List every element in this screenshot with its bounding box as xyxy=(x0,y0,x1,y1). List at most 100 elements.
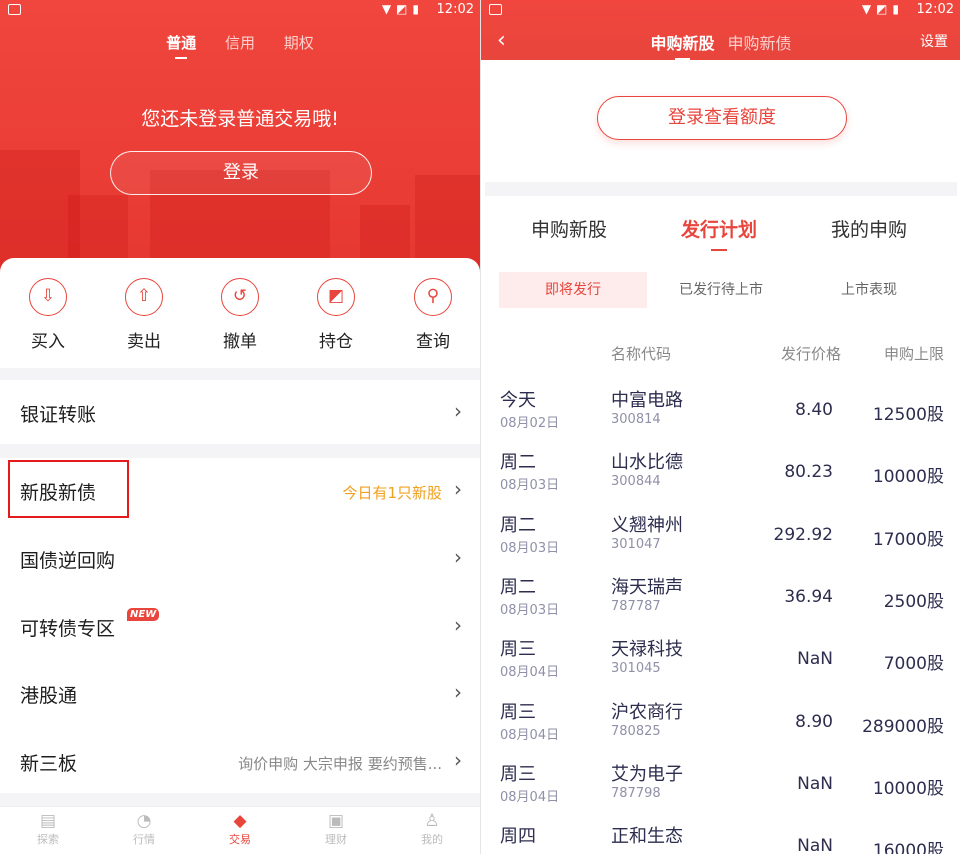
user-icon: ♙ xyxy=(424,811,440,831)
stock-name: 正和生态 xyxy=(611,826,683,848)
nav-market[interactable]: ◔ 行情 xyxy=(114,811,174,847)
divider xyxy=(485,182,957,196)
subtab-listing-performance[interactable]: 上市表现 xyxy=(795,272,943,308)
issue-filter-tabs: 即将发行 已发行待上市 上市表现 xyxy=(499,272,943,308)
issue-price: NaN xyxy=(797,773,833,794)
issue-day: 周四 xyxy=(500,826,536,848)
buy-icon: ⇩ xyxy=(29,278,67,316)
table-row[interactable]: 周三 08月04日 天禄科技 301045 NaN 7000股 xyxy=(481,635,960,697)
signal-battery-icons: ▼◩▮ xyxy=(381,2,424,16)
sell-action[interactable]: ⇧ 卖出 xyxy=(114,278,174,352)
tab-new-stocks[interactable]: 申购新股 xyxy=(650,30,714,60)
menu-bank-transfer[interactable]: 银证转账 › xyxy=(0,380,480,444)
subscription-limit: 17000股 xyxy=(872,529,944,550)
nav-wealth[interactable]: ▣ 理财 xyxy=(306,811,366,847)
divider xyxy=(0,368,480,380)
position-icon: ◩ xyxy=(317,278,355,316)
new-stock-screen: ▼◩▮ 12:02 ‹ 申购新股 申购新债 设置 登录查看额度 申购新股 发行计… xyxy=(480,0,960,854)
search-icon: ⚲ xyxy=(414,278,452,316)
stock-code: 301045 xyxy=(611,661,661,677)
issue-price: 36.94 xyxy=(784,586,833,607)
table-row[interactable]: 周二 08月03日 海天瑞声 787787 36.94 2500股 xyxy=(481,573,960,635)
query-action[interactable]: ⚲ 查询 xyxy=(403,278,463,352)
divider xyxy=(0,793,480,807)
issue-day: 周三 xyxy=(500,763,536,785)
issue-date: 08月03日 xyxy=(500,602,560,618)
new-badge: NEW xyxy=(127,608,160,621)
stock-name: 沪农商行 xyxy=(611,701,683,723)
chevron-right-icon: › xyxy=(454,477,462,501)
position-action[interactable]: ◩ 持仓 xyxy=(306,278,366,352)
cancel-order-action[interactable]: ↺ 撤单 xyxy=(210,278,270,352)
table-header: 名称代码 发行价格 申购上限 xyxy=(481,343,960,363)
issue-price: NaN xyxy=(797,649,833,670)
nav-explore[interactable]: ▤ 探索 xyxy=(18,811,78,847)
subtab-issued-unlisted[interactable]: 已发行待上市 xyxy=(647,272,795,308)
table-row[interactable]: 今天 08月02日 中富电路 300814 8.40 12500股 xyxy=(481,386,960,448)
chevron-right-icon: › xyxy=(454,613,462,637)
login-prompt: 您还未登录普通交易哦! xyxy=(141,108,339,130)
bottom-nav: ▤ 探索 ◔ 行情 ◆ 交易 ▣ 理财 ♙ 我的 xyxy=(0,806,480,854)
market-icon: ◔ xyxy=(136,811,152,831)
issue-date: 08月02日 xyxy=(500,416,560,431)
issue-date: 08月04日 xyxy=(500,727,560,743)
issue-price: NaN xyxy=(797,836,833,854)
login-button[interactable]: 登录 xyxy=(110,151,372,195)
subscription-limit: 10000股 xyxy=(872,467,944,488)
subscription-limit: 289000股 xyxy=(862,716,944,737)
issue-price: 8.40 xyxy=(795,400,833,420)
issue-price: 8.90 xyxy=(795,711,833,732)
tab-subscribe[interactable]: 申购新股 xyxy=(531,215,607,242)
stock-name: 义翘神州 xyxy=(611,514,683,536)
subscription-limit: 16000股 xyxy=(872,841,944,854)
col-limit: 申购上限 xyxy=(883,345,944,363)
col-name-code: 名称代码 xyxy=(611,345,672,363)
stock-code: 301047 xyxy=(611,536,661,552)
stock-code: 780825 xyxy=(611,723,661,739)
buy-action[interactable]: ⇩ 买入 xyxy=(18,278,78,352)
table-row[interactable]: 周二 08月03日 山水比德 300844 80.23 10000股 xyxy=(481,448,960,510)
wallet-icon: ▣ xyxy=(327,811,345,831)
trade-icon: ◆ xyxy=(233,811,247,831)
stock-code: 787787 xyxy=(611,598,661,614)
table-row[interactable]: 周二 08月03日 义翘神州 301047 292.92 17000股 xyxy=(481,511,960,573)
table-row[interactable]: 周四 正和生态 NaN 16000股 xyxy=(481,822,960,854)
issue-date: 08月03日 xyxy=(500,478,560,494)
header-tabs: 申购新股 申购新债 xyxy=(481,30,960,60)
subscription-limit: 7000股 xyxy=(883,654,944,675)
tab-normal[interactable]: 普通 xyxy=(166,32,196,59)
issue-day: 周三 xyxy=(500,701,536,723)
nav-trade[interactable]: ◆ 交易 xyxy=(210,811,270,847)
stock-name: 天禄科技 xyxy=(611,639,683,661)
tab-issue-plan[interactable]: 发行计划 xyxy=(681,215,757,251)
divider xyxy=(0,444,480,458)
tab-options[interactable]: 期权 xyxy=(284,32,314,53)
login-quota-button[interactable]: 登录查看额度 xyxy=(597,96,847,140)
stock-name: 海天瑞声 xyxy=(611,576,683,598)
cancel-order-icon: ↺ xyxy=(221,278,259,316)
stock-code: 300844 xyxy=(611,474,661,490)
menu-neeq[interactable]: 新三板 询价申购 大宗申报 要约预售... › xyxy=(0,729,480,793)
tab-my-subscriptions[interactable]: 我的申购 xyxy=(831,215,907,242)
stock-code: 300814 xyxy=(611,412,661,427)
tab-credit[interactable]: 信用 xyxy=(225,32,255,53)
stock-name: 艾为电子 xyxy=(611,763,683,785)
issue-day: 周二 xyxy=(500,452,536,474)
chevron-right-icon: › xyxy=(454,399,462,423)
settings-button[interactable]: 设置 xyxy=(920,31,948,51)
issue-price: 292.92 xyxy=(773,524,833,545)
subtab-upcoming[interactable]: 即将发行 xyxy=(499,272,647,308)
menu-convertible-bonds[interactable]: 可转债专区 NEW › xyxy=(0,594,480,658)
trade-screen: ▼◩▮ 12:02 普通 信用 期权 您还未登录普通交易哦! 登录 ⇩ 买入 ⇧ 卖… xyxy=(0,0,480,854)
menu-hk-connect[interactable]: 港股通 › xyxy=(0,661,480,725)
menu-treasury-repo[interactable]: 国债逆回购 › xyxy=(0,526,480,590)
subscription-limit: 10000股 xyxy=(872,778,944,799)
issue-day: 今天 xyxy=(500,390,536,411)
table-row[interactable]: 周三 08月04日 沪农商行 780825 8.90 289000股 xyxy=(481,698,960,760)
subscription-limit: 2500股 xyxy=(883,591,944,612)
table-row[interactable]: 周三 08月04日 艾为电子 787798 NaN 10000股 xyxy=(481,760,960,822)
status-bar: ▼◩▮ 12:02 xyxy=(481,0,960,20)
tab-new-bonds[interactable]: 申购新债 xyxy=(728,30,792,54)
nav-me[interactable]: ♙ 我的 xyxy=(402,811,462,847)
neeq-description: 询价申购 大宗申报 要约预售... xyxy=(238,755,442,773)
